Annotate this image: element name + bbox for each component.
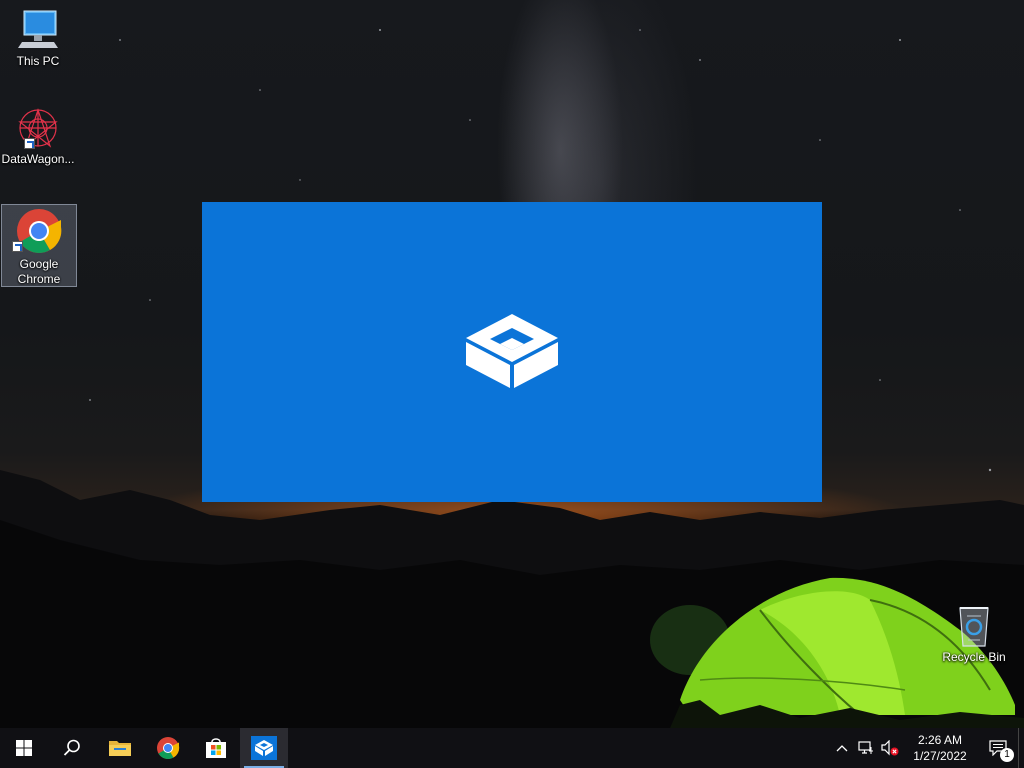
start-button[interactable] <box>0 728 48 768</box>
show-hidden-icons-button[interactable] <box>830 728 854 768</box>
folder-icon <box>109 741 131 756</box>
store-icon <box>206 738 226 758</box>
shortcut-arrow-icon <box>24 138 35 149</box>
search-icon <box>63 739 80 756</box>
clock-time: 2:26 AM <box>917 733 963 747</box>
taskbar-windows-sandbox[interactable] <box>240 728 288 768</box>
datawagon-icon <box>18 108 58 148</box>
desktop-icon-recycle-bin[interactable]: Recycle Bin <box>936 604 1012 670</box>
taskbar-microsoft-store[interactable] <box>192 728 240 768</box>
notification-count-badge: 1 <box>1000 748 1014 762</box>
taskbar-file-explorer[interactable] <box>96 728 144 768</box>
shortcut-arrow-icon <box>12 241 23 252</box>
desktop-icon-datawagon[interactable]: DataWagon... <box>0 106 76 176</box>
sandbox-box-icon <box>466 314 558 388</box>
system-tray: 2:26 AM 1/27/2022 1 <box>830 728 1024 768</box>
desktop-icon-google-chrome[interactable]: Google Chrome <box>1 204 77 287</box>
recycle-bin-icon <box>959 607 989 647</box>
clock-date: 1/27/2022 <box>913 749 967 763</box>
show-desktop-button[interactable] <box>1018 728 1024 768</box>
computer-icon <box>18 10 58 48</box>
taskbar: 2:26 AM 1/27/2022 1 <box>0 728 1024 768</box>
network-button[interactable] <box>854 728 878 768</box>
desktop-icon-label: This PC <box>16 54 60 68</box>
sandbox-box-icon <box>251 736 277 760</box>
desktop-icon-this-pc[interactable]: This PC <box>0 8 76 78</box>
desktop-icon-label: Google Chrome <box>17 257 61 286</box>
volume-button[interactable] <box>878 728 902 768</box>
taskbar-google-chrome[interactable] <box>144 728 192 768</box>
taskbar-clock[interactable]: 2:26 AM 1/27/2022 <box>902 732 978 764</box>
desktop-icon-label: Recycle Bin <box>942 650 1006 664</box>
search-button[interactable] <box>48 728 96 768</box>
chrome-icon <box>157 737 180 759</box>
sandbox-splash-window <box>202 202 822 502</box>
action-center-button[interactable]: 1 <box>978 728 1018 768</box>
network-icon <box>858 741 873 754</box>
volume-muted-icon <box>881 740 899 756</box>
desktop-icon-label: DataWagon... <box>1 152 75 166</box>
windows-logo-icon <box>16 740 32 756</box>
chevron-up-icon <box>836 745 848 752</box>
